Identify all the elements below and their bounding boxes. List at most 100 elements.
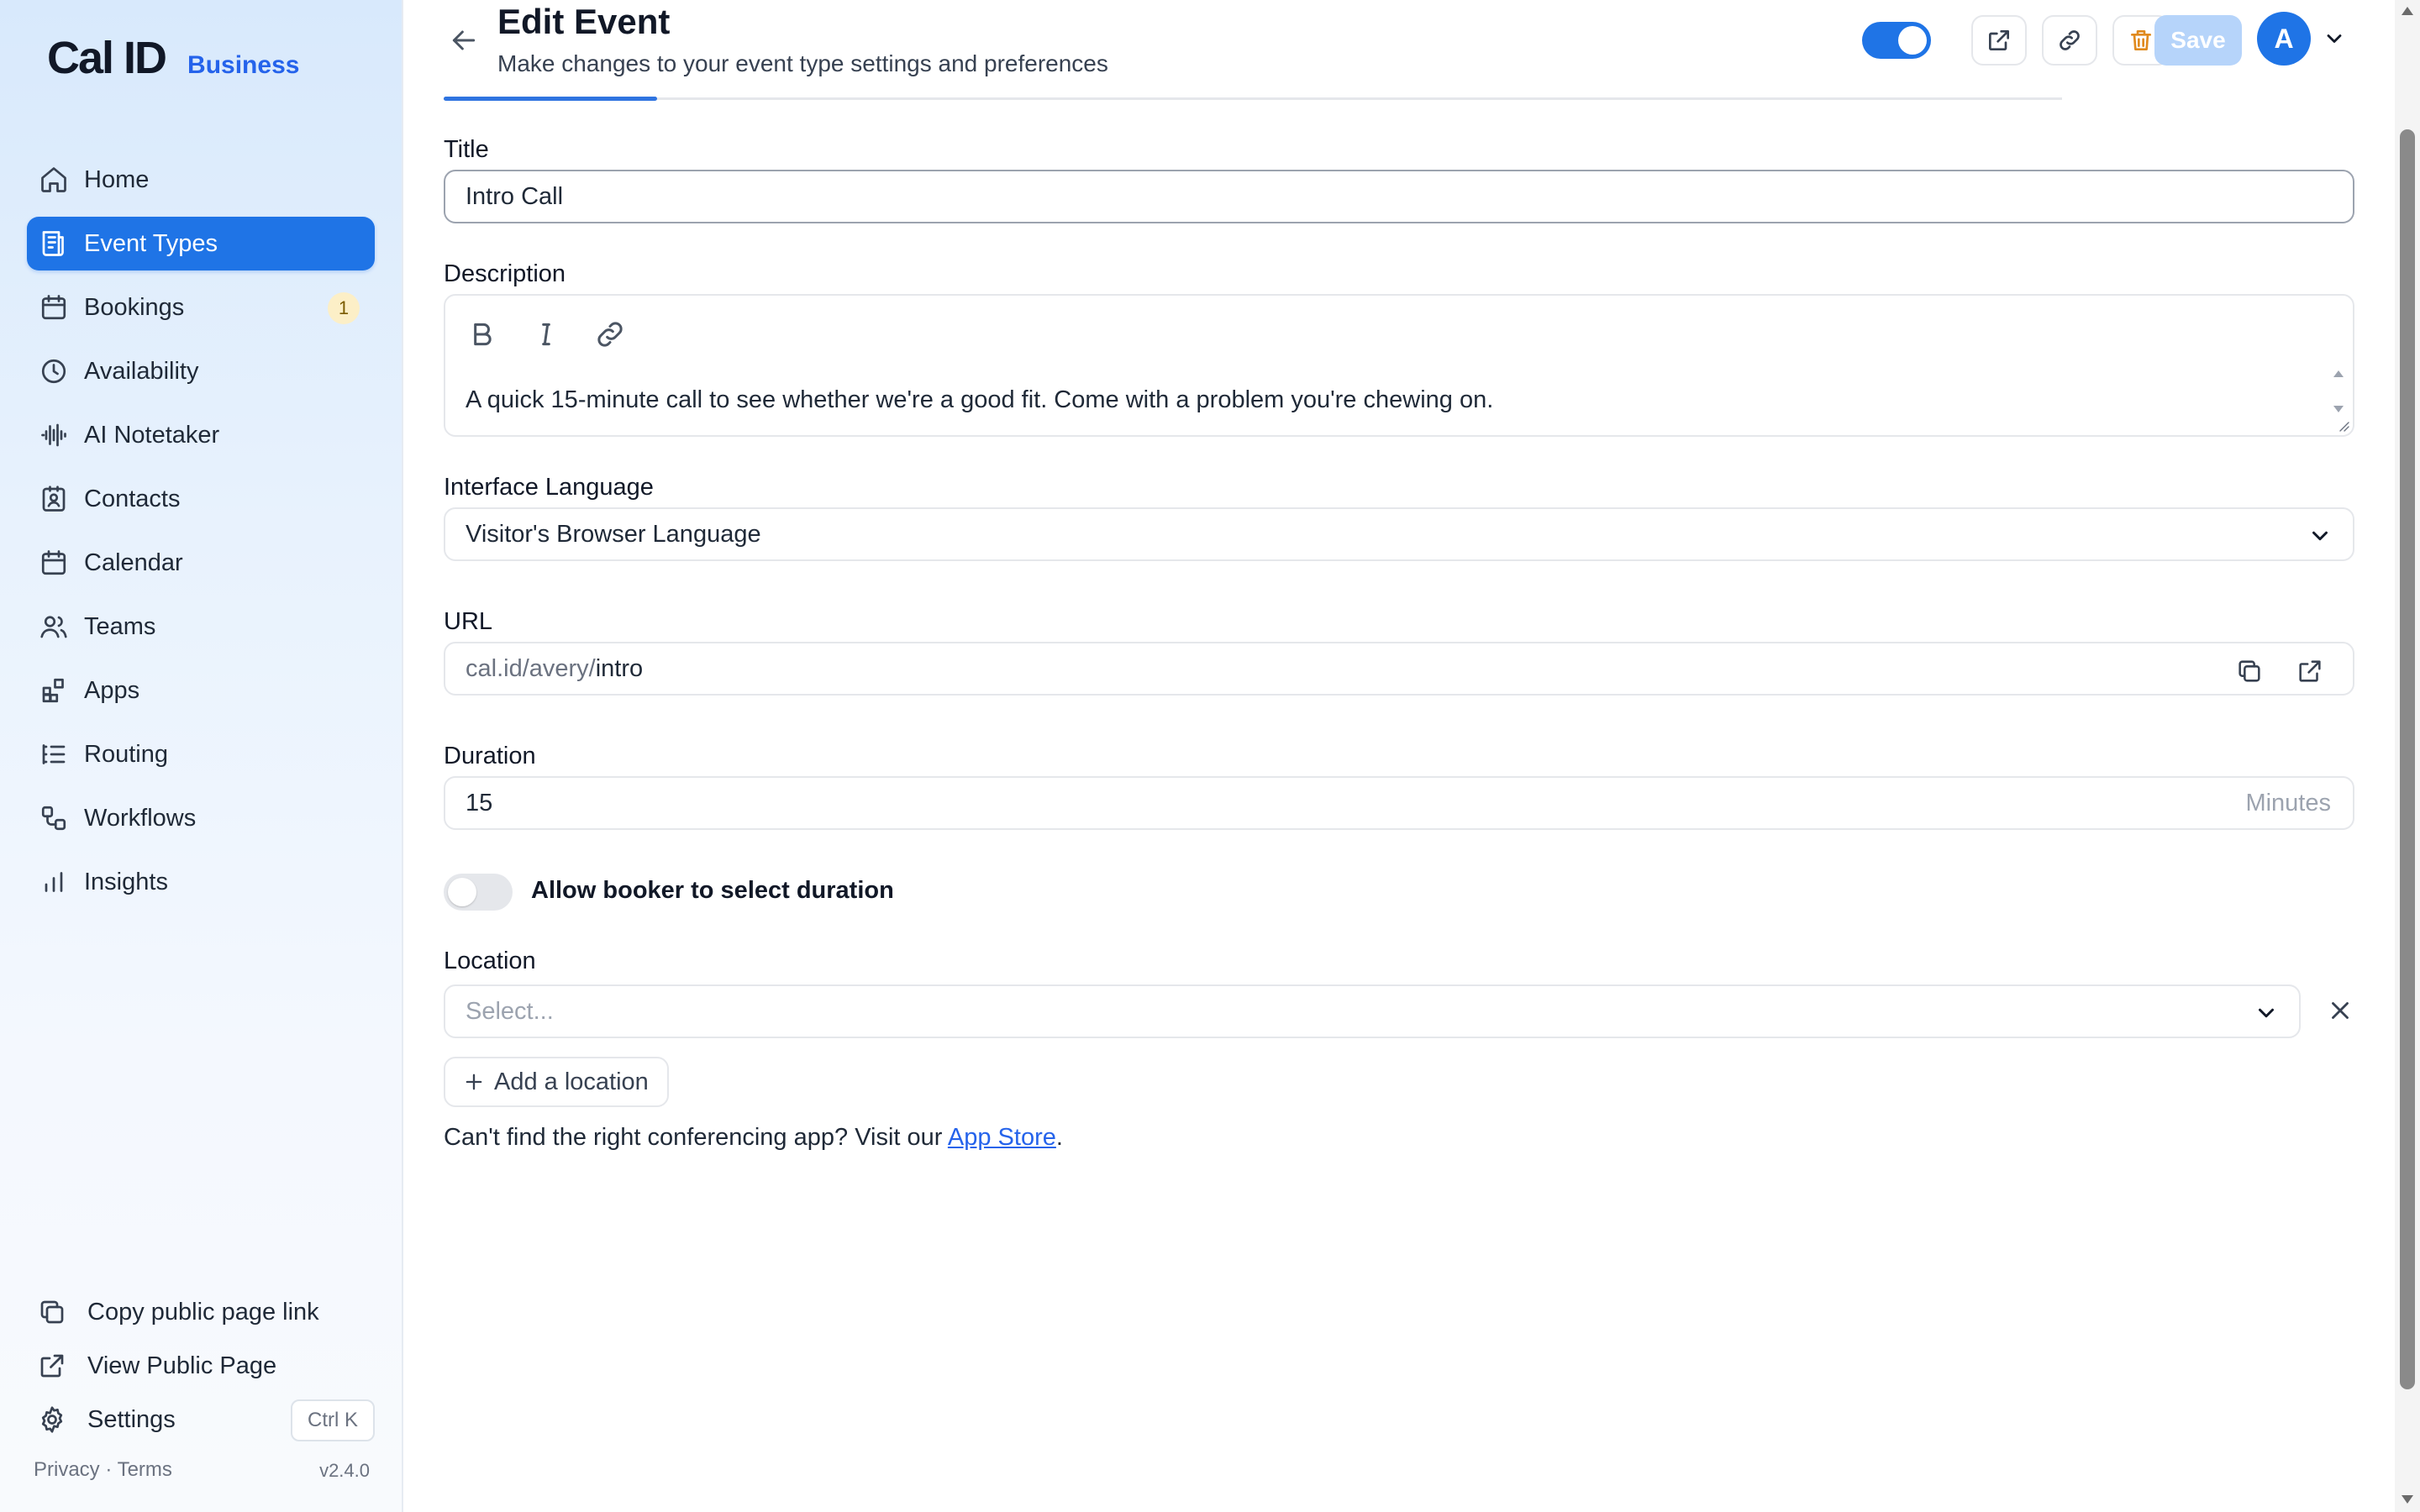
resize-handle-icon[interactable] (2336, 418, 2349, 432)
copy-link-button[interactable] (2042, 15, 2097, 66)
plus-icon (462, 1070, 486, 1094)
preview-button[interactable] (1971, 15, 2027, 66)
save-button[interactable]: Save (2154, 15, 2242, 66)
title-value: Intro Call (466, 182, 564, 210)
sidebar-item-apps[interactable]: Apps (27, 664, 375, 717)
copy-icon (37, 1297, 67, 1327)
bold-icon[interactable] (466, 318, 499, 351)
scrollbar-thumb[interactable] (2400, 129, 2415, 1389)
sidebar-item-insights[interactable]: Insights (27, 855, 375, 909)
url-label: URL (444, 608, 493, 635)
copy-public-link-label: Copy public page link (87, 1298, 319, 1326)
location-label: Location (444, 948, 536, 974)
users-icon (39, 612, 69, 642)
description-label: Description (444, 260, 566, 287)
home-icon (39, 165, 69, 195)
active-tab-indicator (444, 97, 657, 101)
conferencing-help-text: Can't find the right conferencing app? V… (444, 1124, 1063, 1152)
clock-icon (39, 356, 69, 386)
add-location-label: Add a location (494, 1068, 649, 1095)
scroll-up-arrow-icon[interactable] (2401, 5, 2414, 17)
description-editor[interactable]: A quick 15-minute call to see whether we… (444, 294, 2354, 437)
sidebar-item-calendar[interactable]: Calendar (27, 536, 375, 590)
duration-unit: Minutes (2245, 789, 2331, 816)
settings-link[interactable]: Settings Ctrl K (37, 1393, 375, 1446)
app-store-link[interactable]: App Store (948, 1124, 1056, 1151)
settings-label: Settings (87, 1405, 176, 1433)
description-text: A quick 15-minute call to see whether we… (466, 386, 1494, 413)
workflow-icon (39, 803, 69, 833)
duration-value: 15 (466, 789, 493, 816)
sidebar-item-label: Contacts (84, 485, 181, 512)
sidebar-item-contacts[interactable]: Contacts (27, 472, 375, 526)
sidebar-item-bookings[interactable]: Bookings 1 (27, 281, 375, 334)
plan-tier-label: Business (187, 51, 300, 79)
calendar-icon (39, 292, 69, 323)
link-icon (2056, 27, 2083, 54)
sidebar-item-home[interactable]: Home (27, 153, 375, 207)
scroll-down-arrow-icon[interactable] (2401, 1494, 2414, 1505)
avatar[interactable]: A (2257, 12, 2311, 66)
page-title: Edit Event (497, 2, 671, 41)
brand-logo[interactable]: Cal ID Business (47, 32, 299, 84)
copy-public-link-button[interactable]: Copy public page link (37, 1285, 375, 1339)
title-input[interactable]: Intro Call (444, 170, 2354, 223)
sidebar-item-availability[interactable]: Availability (27, 344, 375, 398)
routing-icon (39, 739, 69, 769)
allow-duration-toggle[interactable] (444, 874, 513, 911)
privacy-terms-links[interactable]: Privacy · Terms (34, 1458, 172, 1481)
trash-icon (2128, 27, 2154, 54)
tab-underline (444, 97, 2062, 101)
apps-grid-icon (39, 675, 69, 706)
main-content: Edit Event Make changes to your event ty… (403, 0, 2395, 1512)
location-select[interactable]: Select... (444, 984, 2301, 1038)
sidebar-item-label: Bookings (84, 293, 185, 321)
sidebar-item-label: AI Notetaker (84, 421, 220, 449)
title-label: Title (444, 136, 489, 163)
link-icon[interactable] (593, 318, 627, 351)
sidebar-item-label: Calendar (84, 549, 183, 576)
event-types-icon (39, 228, 69, 259)
sidebar-item-label: Event Types (84, 229, 218, 257)
page-scrollbar[interactable] (2395, 0, 2420, 1512)
help-text-prefix: Can't find the right conferencing app? V… (444, 1124, 948, 1151)
sidebar-item-teams[interactable]: Teams (27, 600, 375, 654)
add-location-button[interactable]: Add a location (444, 1057, 669, 1107)
duration-input[interactable]: 15 Minutes (444, 776, 2354, 830)
sidebar-item-event-types[interactable]: Event Types (27, 217, 375, 270)
scroll-up-arrow-icon[interactable] (2333, 370, 2344, 378)
interface-language-value: Visitor's Browser Language (466, 520, 761, 548)
scroll-down-arrow-icon[interactable] (2333, 405, 2344, 413)
app-version: v2.4.0 (319, 1460, 370, 1481)
sidebar-item-label: Home (84, 165, 150, 193)
copy-icon[interactable] (2235, 657, 2264, 685)
logo-wordmark: Cal ID (47, 33, 167, 83)
external-link-icon (37, 1351, 67, 1381)
view-public-page-link[interactable]: View Public Page (37, 1339, 375, 1393)
sidebar-item-label: Insights (84, 868, 168, 895)
sidebar: Cal ID Business Home Event Types Booking… (0, 0, 403, 1512)
sidebar-item-routing[interactable]: Routing (27, 727, 375, 781)
chevron-down-icon[interactable] (2323, 27, 2346, 50)
sidebar-item-workflows[interactable]: Workflows (27, 791, 375, 845)
sidebar-item-ai-notetaker[interactable]: AI Notetaker (27, 408, 375, 462)
url-slug: intro (595, 654, 644, 682)
waveform-icon (39, 420, 69, 450)
help-text-suffix: . (1055, 1124, 1063, 1151)
chevron-down-icon (2254, 1000, 2279, 1026)
back-arrow-icon[interactable] (447, 24, 481, 57)
italic-icon[interactable] (529, 318, 563, 351)
sidebar-footer: Copy public page link View Public Page S… (37, 1285, 375, 1446)
event-enabled-toggle[interactable] (1862, 22, 1931, 59)
page-subtitle: Make changes to your event type settings… (497, 50, 1108, 76)
command-palette-shortcut[interactable]: Ctrl K (291, 1399, 375, 1441)
close-icon[interactable] (2326, 996, 2354, 1025)
gear-icon (37, 1404, 67, 1435)
external-link-icon[interactable] (2296, 657, 2324, 685)
calendar-icon (39, 548, 69, 578)
bookings-count-badge: 1 (328, 292, 360, 324)
interface-language-select[interactable]: Visitor's Browser Language (444, 507, 2354, 561)
url-input[interactable]: cal.id/avery/intro (444, 642, 2354, 696)
contacts-icon (39, 484, 69, 514)
allow-duration-label: Allow booker to select duration (531, 877, 894, 904)
